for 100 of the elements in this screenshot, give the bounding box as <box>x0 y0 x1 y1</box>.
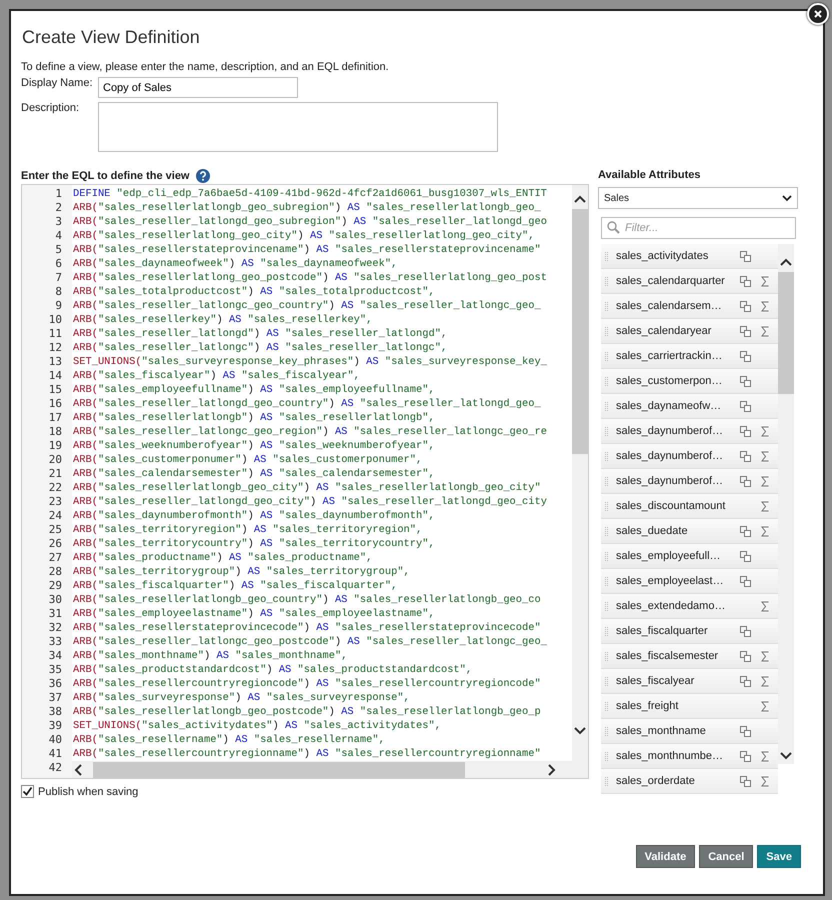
dialog-button[interactable]: Validate <box>636 845 696 868</box>
sigma-icon[interactable] <box>760 450 768 462</box>
scrollbar-thumb[interactable] <box>93 762 465 778</box>
copy-icon[interactable] <box>740 376 751 386</box>
attribute-item[interactable]: sales_duedate <box>601 519 778 544</box>
sigma-icon[interactable] <box>760 600 768 612</box>
copy-icon[interactable] <box>740 626 751 636</box>
code-line: ARB("sales_resellerlatlongb_geo_country") AS "sales_resellerlatlongb_geo_co <box>73 593 542 607</box>
copy-icon[interactable] <box>740 776 751 786</box>
sigma-icon[interactable] <box>760 700 768 712</box>
attribute-item[interactable]: sales_fiscalyear <box>601 669 778 694</box>
attribute-item[interactable]: sales_activitydates <box>601 244 778 269</box>
attribute-item[interactable]: sales_monthnumbe… <box>601 744 778 769</box>
attribute-item[interactable]: sales_fiscalsemester <box>601 644 778 669</box>
dialog-button[interactable]: Cancel <box>699 845 754 868</box>
copy-icon[interactable] <box>740 300 751 312</box>
description-field[interactable] <box>98 102 498 152</box>
line-number: 25 <box>48 523 63 537</box>
copy-icon[interactable] <box>740 726 751 736</box>
attribute-item[interactable]: sales_calendarquarter <box>601 269 778 294</box>
help-icon[interactable] <box>196 169 210 183</box>
attribute-item[interactable]: sales_carriertrackin… <box>601 344 778 369</box>
attribute-item[interactable]: sales_discountamount <box>601 494 778 519</box>
sigma-icon[interactable] <box>760 500 768 512</box>
source-dropdown[interactable]: Sales <box>598 187 798 209</box>
scroll-up-icon[interactable] <box>780 258 792 266</box>
code-editor[interactable] <box>21 184 589 779</box>
attribute-item[interactable]: sales_employeefull… <box>601 544 778 569</box>
copy-icon[interactable] <box>740 350 751 362</box>
copy-icon[interactable] <box>740 650 751 662</box>
attribute-item[interactable]: sales_daynameofw… <box>601 394 778 419</box>
sigma-icon[interactable] <box>760 650 768 662</box>
line-number: 31 <box>48 607 63 621</box>
attribute-item[interactable]: sales_daynumberof… <box>601 469 778 494</box>
field-label: Display Name: <box>21 77 94 89</box>
sigma-icon[interactable] <box>760 326 768 336</box>
line-number: 21 <box>48 467 63 481</box>
field-label: Description: <box>21 102 80 114</box>
scrollbar-thumb[interactable] <box>572 209 588 454</box>
line-number: 33 <box>48 635 63 649</box>
sigma-icon[interactable] <box>760 276 768 286</box>
attribute-item[interactable]: sales_daynumberof… <box>601 444 778 469</box>
code-line: ARB("sales_weeknumberofyear") AS "sales_weeknumberofyear", <box>73 439 436 453</box>
scroll-right-icon[interactable] <box>548 764 556 776</box>
line-number: 2 <box>54 201 63 215</box>
attribute-item[interactable]: sales_freight <box>601 694 778 719</box>
attribute-item[interactable]: sales_customerpon… <box>601 369 778 394</box>
scroll-up-icon[interactable] <box>574 195 586 203</box>
code-line: ARB("sales_monthname") AS "sales_monthname", <box>73 649 348 663</box>
code-line: ARB("sales_surveyresponse") AS "sales_surveyresponse", <box>73 691 411 705</box>
vertical-scrollbar[interactable] <box>572 185 588 761</box>
code-line: ARB("sales_territorygroup") AS "sales_territorygroup", <box>73 565 411 579</box>
line-number: 24 <box>48 509 63 523</box>
copy-icon[interactable] <box>740 450 751 462</box>
attribute-item[interactable]: sales_daynumberof… <box>601 419 778 444</box>
line-number: 23 <box>48 495 63 509</box>
sigma-icon[interactable] <box>760 300 768 312</box>
copy-icon[interactable] <box>740 676 751 686</box>
scroll-left-icon[interactable] <box>74 764 82 776</box>
sigma-icon[interactable] <box>760 526 768 536</box>
sigma-icon[interactable] <box>760 750 768 762</box>
line-number: 8 <box>54 285 63 299</box>
save-button[interactable]: Save <box>757 845 801 868</box>
sigma-icon[interactable] <box>760 776 768 786</box>
copy-icon[interactable] <box>740 750 751 762</box>
line-number: 22 <box>48 481 63 495</box>
attribute-item[interactable]: sales_fiscalquarter <box>601 619 778 644</box>
list-scrollbar[interactable] <box>778 244 794 764</box>
attribute-item[interactable]: sales_extendedamo… <box>601 594 778 619</box>
copy-icon[interactable] <box>740 550 751 562</box>
scrollbar-thumb[interactable] <box>778 272 794 394</box>
checkbox-label: Publish when saving <box>38 786 138 798</box>
code-line: ARB("sales_resellername") AS "sales_resellername", <box>73 733 386 747</box>
attribute-item[interactable]: sales_employeelast… <box>601 569 778 594</box>
scroll-down-icon[interactable] <box>574 727 586 735</box>
attribute-item[interactable]: sales_orderdate <box>601 769 778 794</box>
line-number: 7 <box>54 271 63 285</box>
display-name-field[interactable]: Copy of Sales <box>98 77 298 98</box>
sigma-icon[interactable] <box>760 476 768 486</box>
copy-icon[interactable] <box>740 250 751 262</box>
close-button[interactable] <box>807 3 829 25</box>
copy-icon[interactable] <box>740 400 751 412</box>
copy-icon[interactable] <box>740 426 751 436</box>
publish-checkbox[interactable] <box>21 785 34 798</box>
copy-icon[interactable] <box>740 576 751 586</box>
code-line: ARB("sales_resellerlatlongb_geo_subregion") AS "sales_resellerlatlongb_geo_ <box>73 201 542 215</box>
attribute-item[interactable]: sales_monthname <box>601 719 778 744</box>
scroll-down-icon[interactable] <box>780 752 792 760</box>
filter-field[interactable]: Filter... <box>601 217 796 239</box>
copy-icon[interactable] <box>740 476 751 486</box>
attribute-item[interactable]: sales_calendaryear <box>601 319 778 344</box>
line-number: 42 <box>48 761 63 775</box>
copy-icon[interactable] <box>740 326 751 336</box>
copy-icon[interactable] <box>740 276 751 286</box>
attribute-item[interactable]: sales_calendarsem… <box>601 294 778 319</box>
sigma-icon[interactable] <box>760 676 768 686</box>
copy-icon[interactable] <box>740 526 751 536</box>
horizontal-scrollbar[interactable] <box>72 761 588 778</box>
sigma-icon[interactable] <box>760 426 768 436</box>
code-line: ARB("sales_fiscalquarter") AS "sales_fiscalquarter", <box>73 579 398 593</box>
